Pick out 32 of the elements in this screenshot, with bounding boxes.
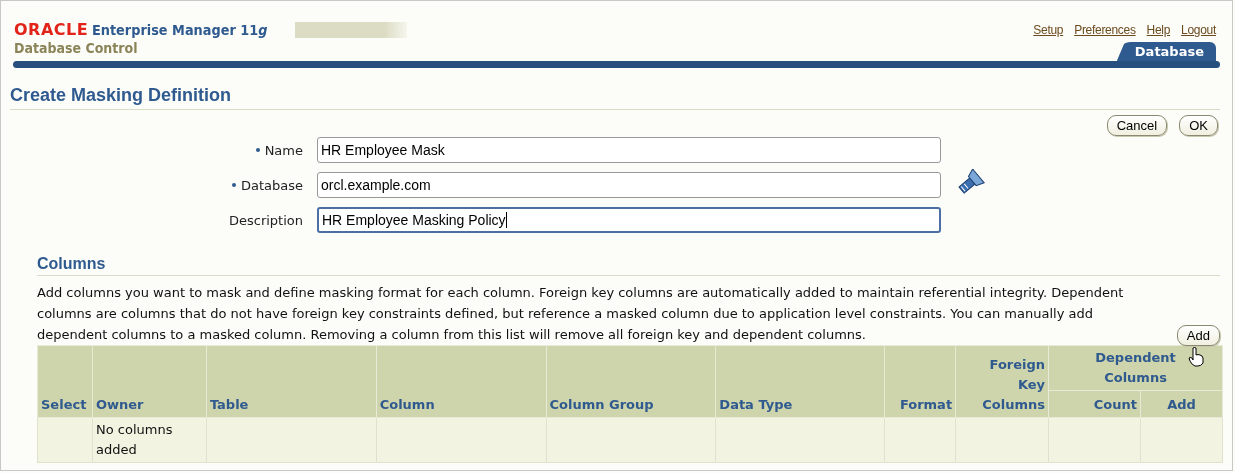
column-header: Count bbox=[1048, 390, 1141, 418]
page-title: Create Masking Definition bbox=[10, 85, 1220, 110]
field-label: Description bbox=[228, 212, 303, 228]
column-header: Foreign Key Columns bbox=[955, 345, 1049, 418]
input-field[interactable]: orcl.example.com bbox=[317, 172, 941, 198]
column-group-header: Dependent Columns bbox=[1094, 349, 1177, 387]
column-header: Add bbox=[1140, 390, 1223, 418]
header-link[interactable]: Help bbox=[1146, 23, 1171, 37]
section-description: Add columns you want to mask and define masking format for each column. Foreign key columns are automatically added to maintain referential integrity. Dependent columns are columns that do not have foreign key constraints defined, but reference a masked column due to application level constraints. You can manually add dependent columns to a masked column. Removing a column from this list will remove all foreign key and dependent columns. bbox=[37, 284, 1125, 344]
empty-message: No columns added bbox=[92, 417, 207, 463]
cancel-button[interactable]: Cancel bbox=[1106, 115, 1168, 136]
column-header: Column Group bbox=[546, 345, 716, 418]
input-field[interactable]: HR Employee Masking Policy bbox=[317, 207, 941, 233]
column-header: Format bbox=[884, 345, 956, 418]
column-header: Table bbox=[206, 345, 377, 418]
header-link[interactable]: Setup bbox=[1033, 23, 1064, 37]
input-field[interactable]: HR Employee Mask bbox=[317, 137, 941, 163]
field-label: Database bbox=[240, 177, 303, 193]
section-title: Columns bbox=[37, 255, 1220, 276]
column-header: Data Type bbox=[715, 345, 885, 418]
column-header: Select bbox=[37, 345, 93, 418]
header-link[interactable]: Logout bbox=[1181, 23, 1216, 37]
column-header: Owner bbox=[92, 345, 207, 418]
nav-tab[interactable]: Database bbox=[1116, 42, 1216, 61]
oracle-logo: ORACLE bbox=[14, 20, 89, 39]
ok-button[interactable]: OK bbox=[1179, 115, 1218, 136]
column-header: Column bbox=[376, 345, 546, 418]
header-link[interactable]: Preferences bbox=[1074, 23, 1136, 37]
field-label: Name bbox=[264, 142, 303, 158]
product-name: Enterprise Manager 11g bbox=[92, 21, 268, 38]
product-subtitle: Database Control bbox=[14, 40, 139, 56]
add-button[interactable]: Add bbox=[1176, 325, 1220, 346]
